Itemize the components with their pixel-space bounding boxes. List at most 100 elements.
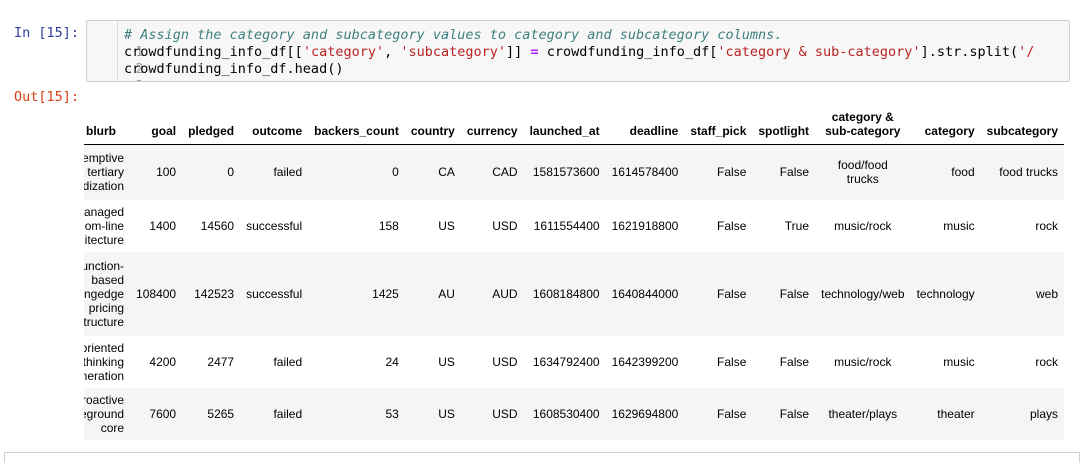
table-cell: failed [273, 165, 303, 180]
table-cell: 53 [385, 407, 399, 421]
table-cell: technology [916, 287, 975, 301]
table-cell: USD [492, 219, 518, 233]
column-header: staff_pick [684, 100, 753, 145]
column-header: blurb [84, 100, 131, 145]
code-string: 'subcategory' [400, 44, 507, 60]
table-cell: technology/web [821, 287, 905, 301]
column-header: spotlight [752, 100, 816, 145]
table-cell: 142523 [194, 287, 235, 301]
table-cell: False [779, 407, 810, 421]
table-cell: 1640844000 [611, 287, 679, 301]
table-cell: food [951, 165, 975, 180]
table-cell: 2477 [207, 355, 235, 369]
table-row: oriented thinking neration 4200 2477 fai… [84, 336, 1064, 388]
column-header: backers_count [308, 100, 405, 145]
table-cell: 0 [227, 165, 235, 180]
table-cell: 1611554400 [533, 219, 600, 233]
table-cell: food trucks [999, 165, 1058, 180]
table-cell: False [717, 219, 747, 233]
table-cell: False [779, 165, 810, 180]
table-cell: theater [937, 407, 975, 421]
code-text: crowdfunding_info_df[[ [124, 44, 303, 60]
column-header: category [910, 100, 981, 145]
table-cell: theater/plays [828, 407, 898, 421]
code-line-3: 3 crowdfunding_info_df.head() [87, 61, 343, 81]
code-text: ]] [506, 44, 531, 60]
input-prompt: In [15]: [14, 25, 80, 41]
code-text: ].str.split( [920, 44, 1019, 60]
table-row: roactive eground core 7600 5265 failed 5… [84, 388, 1064, 440]
table-cell: 1608184800 [532, 287, 600, 301]
code-string: 'category' [302, 44, 385, 60]
table-cell: True [784, 219, 810, 233]
table-cell: rock [1035, 219, 1058, 233]
table-cell: oriented thinking neration [84, 341, 125, 383]
output-prompt: Out[15]: [14, 89, 80, 105]
table-cell: 100 [156, 165, 177, 180]
table-cell: False [717, 165, 747, 180]
code-operator: = [530, 44, 539, 60]
table-cell: 1400 [149, 219, 177, 233]
table-cell: 7600 [149, 407, 177, 421]
code-input-area[interactable]: 1 # Assign the category and subcategory … [86, 20, 1070, 82]
table-cell: USD [492, 407, 518, 421]
table-cell: music/rock [834, 355, 892, 369]
table-cell: 1621918800 [611, 219, 679, 233]
table-cell: CAD [492, 165, 518, 180]
table-row: lanaged :om-line iitecture 1400 14560 su… [84, 200, 1064, 252]
code-line-2: 2 crowdfunding_info_df[['category', 'sub… [87, 44, 1034, 77]
code-line-1: 1 # Assign the category and subcategory … [87, 27, 782, 60]
table-cell: False [779, 287, 810, 301]
table-cell: 108400 [136, 287, 177, 301]
column-header: subcategory [980, 100, 1064, 145]
code-string: 'category & sub-category' [717, 44, 921, 60]
table-cell: 0 [392, 165, 399, 180]
column-header: country [404, 100, 461, 145]
table-cell: US [438, 355, 455, 369]
code-string: '/ [1018, 44, 1035, 60]
table-cell: 1425 [372, 287, 399, 301]
dataframe-table: blurb goal pledged outcome backers_count… [84, 100, 1064, 440]
table-cell: emptive tertiary dization [84, 151, 125, 194]
table-cell: USD [492, 355, 518, 369]
table-cell: 24 [385, 355, 399, 369]
table-cell: 14560 [200, 219, 235, 233]
table-cell: 1614578400 [611, 165, 679, 180]
table-cell: 1642399200 [611, 355, 679, 369]
table-cell: failed [273, 407, 303, 421]
table-cell: CA [438, 165, 455, 180]
table-cell: False [717, 407, 747, 421]
column-header: currency [460, 100, 524, 145]
table-cell: plays [1029, 407, 1058, 421]
table-cell: 1608530400 [532, 407, 600, 421]
table-cell: US [438, 219, 455, 233]
table-cell: web [1035, 287, 1058, 301]
table-cell: AUD [492, 287, 518, 301]
table-cell: 4200 [149, 355, 177, 369]
table-cell: US [438, 407, 455, 421]
line-number: 3 [120, 78, 148, 81]
table-cell: False [717, 287, 747, 301]
code-text: , [384, 44, 401, 60]
table-cell: False [779, 355, 810, 369]
table-row: unction- based ingedge pricing tructure … [84, 252, 1064, 336]
column-header: category & sub-category [815, 100, 911, 145]
table-cell: roactive eground core [84, 393, 125, 435]
table-cell: failed [273, 355, 303, 369]
table-cell: music/rock [834, 219, 892, 233]
table-cell: 5265 [207, 407, 235, 421]
table-cell: 1634792400 [532, 355, 600, 369]
code-text: crowdfunding_info_df.head() [124, 61, 344, 77]
next-cell[interactable] [4, 452, 1080, 463]
dataframe-output: blurb goal pledged outcome backers_count… [84, 100, 1076, 445]
table-header-row: blurb goal pledged outcome backers_count… [84, 100, 1064, 145]
table-cell: 158 [378, 219, 399, 233]
code-comment: # Assign the category and subcategory va… [124, 27, 783, 43]
table-cell: successful [246, 219, 303, 233]
table-cell: unction- based ingedge pricing tructure [84, 259, 125, 329]
code-text: crowdfunding_info_df[ [538, 44, 718, 60]
table-row: emptive tertiary dization 100 0 failed 0… [84, 144, 1064, 200]
table-cell: 1581573600 [532, 165, 600, 180]
table-cell: 1629694800 [611, 407, 679, 421]
table-cell: AU [438, 287, 455, 301]
